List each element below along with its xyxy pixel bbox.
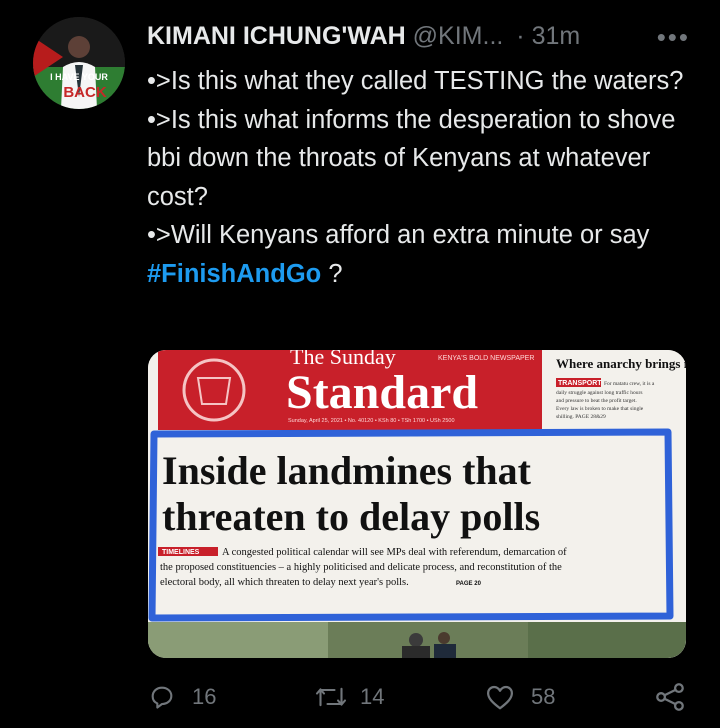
tweet-text: •>Is this what they called TESTING the w… <box>147 62 692 293</box>
tweet-line-3: •>Will Kenyans afford an extra minute or… <box>147 216 692 293</box>
side-text-2: daily struggle against long traffic hour… <box>556 389 643 396</box>
tweet-header: KIMANI ICHUNG'WAH @KIM... · 31m ••• <box>147 22 690 52</box>
more-options-icon[interactable]: ••• <box>657 22 690 53</box>
retweet-button[interactable]: 14 <box>314 683 384 711</box>
headline-line-2: threaten to delay polls <box>162 494 540 539</box>
retweet-icon <box>315 687 347 707</box>
reply-count: 16 <box>192 684 217 709</box>
side-text-1: For matatu crew, it is a <box>604 381 655 387</box>
share-icon <box>656 683 684 711</box>
summary-line-2: the proposed constituencies – a highly p… <box>160 562 562 573</box>
side-tag: TRANSPORT <box>558 380 602 387</box>
like-button[interactable]: 58 <box>485 683 555 711</box>
author-avatar[interactable]: I HAVE YOUR BACK <box>33 17 125 109</box>
masthead-dateline: Sunday, April 25, 2021 • No. 40120 • KSh… <box>288 418 455 424</box>
summary-tag: TIMELINES <box>162 549 200 556</box>
side-text-3: and pressure to beat the profit target. <box>556 397 637 404</box>
summary-line-1: A congested political calendar will see … <box>222 547 567 558</box>
avatar-caption-2: BACK <box>63 84 106 101</box>
masthead-tagline: KENYA'S BOLD NEWSPAPER <box>438 355 534 362</box>
summary-page-ref: PAGE 20 <box>456 581 482 587</box>
author-name[interactable]: KIMANI ICHUNG'WAH <box>147 22 406 50</box>
tweet-line-1: •>Is this what they called TESTING the w… <box>147 67 684 95</box>
headline-line-1: Inside landmines that <box>162 448 532 493</box>
tweet-line-3-text: •>Will Kenyans afford an extra minute or… <box>147 221 650 249</box>
tweet-line-2: •>Is this what informs the desperation t… <box>147 105 676 211</box>
author-handle[interactable]: @KIM... <box>413 22 504 50</box>
masthead-title: Standard <box>286 366 478 419</box>
share-button[interactable] <box>654 683 686 711</box>
avatar-caption: I HAVE YOUR <box>50 72 108 82</box>
time-separator: · <box>516 22 525 50</box>
side-text-5: shilling. PAGE 28&29 <box>556 414 606 420</box>
tweet-media-image[interactable]: The Sunday KENYA'S BOLD NEWSPAPER Standa… <box>148 350 686 658</box>
like-count: 58 <box>531 684 556 709</box>
side-headline: Where anarchy brings money <box>556 356 686 371</box>
reply-icon <box>151 686 173 709</box>
reply-button[interactable]: 16 <box>148 683 216 711</box>
summary-line-3: electoral body, all which threaten to de… <box>160 577 409 588</box>
heart-icon <box>487 685 513 710</box>
side-text-4: Every law is broken to make that single <box>556 406 644 412</box>
retweet-count: 14 <box>360 684 385 709</box>
tweet-timestamp[interactable]: 31m <box>532 22 581 50</box>
tweet-line-3-suffix: ? <box>321 259 343 288</box>
tweet-actions: 16 14 58 <box>0 683 720 713</box>
hashtag-link[interactable]: #FinishAndGo <box>147 260 321 288</box>
